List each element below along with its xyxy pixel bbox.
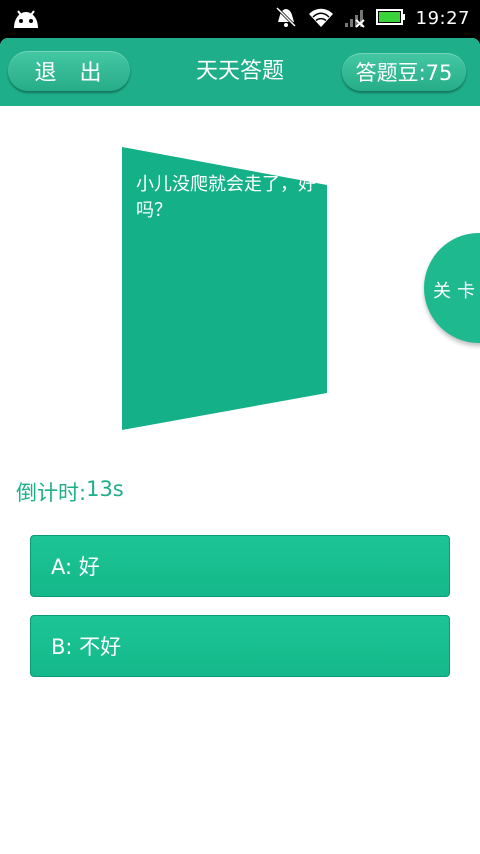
level-button[interactable]: 关卡 — [424, 233, 480, 343]
header-bar: 退 出 天天答题 答题豆:75 — [0, 38, 480, 106]
status-bar: 19:27 — [0, 0, 480, 38]
question-card — [122, 147, 327, 430]
mute-icon — [274, 6, 298, 32]
app-screen: 退 出 天天答题 答题豆:75 小儿没爬就会走了，好吗？ 关卡 倒计时: 13s… — [0, 38, 480, 854]
answer-option-a[interactable]: A: 好 — [30, 535, 450, 597]
countdown: 倒计时: 13s — [16, 477, 124, 507]
countdown-label: 倒计时: — [16, 481, 87, 505]
answer-option-b[interactable]: B: 不好 — [30, 615, 450, 677]
level-label: 关卡 — [433, 281, 480, 302]
status-time: 19:27 — [415, 8, 470, 29]
beans-badge: 答题豆:75 — [342, 53, 466, 91]
wifi-icon — [308, 6, 334, 32]
page-title: 天天答题 — [195, 59, 284, 84]
battery-icon — [375, 8, 406, 30]
signal-icon — [344, 6, 366, 32]
question-text: 小儿没爬就会走了，好吗？ — [136, 174, 316, 221]
countdown-value: 13s — [86, 477, 124, 501]
android-icon — [12, 8, 40, 30]
exit-button[interactable]: 退 出 — [8, 51, 130, 91]
